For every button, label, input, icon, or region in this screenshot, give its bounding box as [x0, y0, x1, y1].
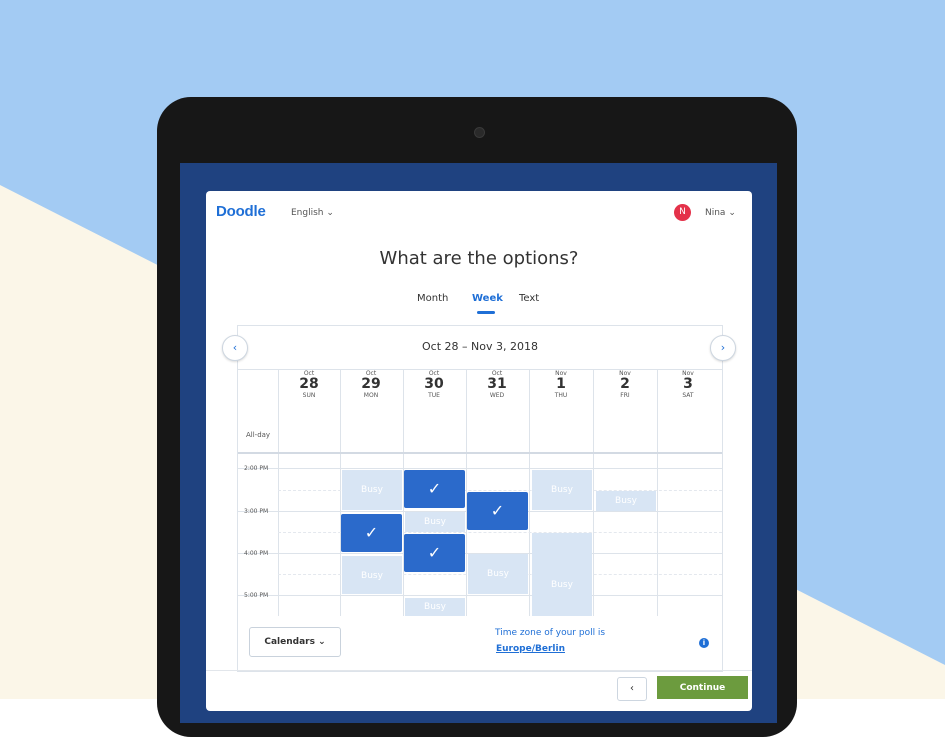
busy-block: Busy: [596, 491, 656, 511]
day-weekday: FRI: [620, 392, 630, 399]
timezone-text: Time zone of your poll is: [495, 628, 606, 638]
continue-button[interactable]: Continue: [657, 676, 748, 699]
page-title: What are the options?: [379, 248, 579, 269]
day-weekday: SAT: [682, 392, 694, 399]
time-label: 4:00 PM: [244, 550, 269, 557]
language-selector[interactable]: English ⌄: [291, 208, 334, 218]
column-divider: [340, 370, 341, 616]
hour-line: [238, 468, 722, 469]
next-week-button[interactable]: ›: [710, 335, 736, 361]
calendar-range-label: Oct 28 – Nov 3, 2018: [422, 340, 538, 353]
check-icon: ✓: [364, 523, 379, 542]
busy-block: Busy: [532, 533, 592, 616]
column-divider: [657, 370, 658, 616]
day-weekday: THU: [554, 392, 568, 399]
doodle-logo[interactable]: Doodle: [216, 203, 266, 220]
tab-text[interactable]: Text: [519, 293, 539, 304]
time-label: 5:00 PM: [244, 592, 269, 599]
camera-icon: [474, 127, 485, 138]
day-weekday: MON: [363, 392, 379, 399]
busy-block: Busy: [468, 554, 528, 594]
day-header-mon[interactable]: Oct 29 MON: [340, 370, 402, 399]
day-header-fri[interactable]: Nov 2 FRI: [594, 370, 656, 399]
busy-block: Busy: [342, 470, 402, 510]
selected-slot[interactable]: ✓: [404, 470, 465, 508]
day-date: 28: [299, 376, 319, 392]
tab-month[interactable]: Month: [417, 293, 448, 304]
day-date: 3: [683, 376, 693, 392]
calendars-button[interactable]: Calendars ⌄: [249, 627, 341, 657]
timezone-link[interactable]: Europe/Berlin: [496, 644, 565, 654]
day-header-thu[interactable]: Nov 1 THU: [530, 370, 592, 399]
day-header-tue[interactable]: Oct 30 TUE: [403, 370, 465, 399]
day-date: 2: [620, 376, 630, 392]
info-icon[interactable]: i: [699, 638, 709, 648]
busy-block: Busy: [532, 470, 592, 510]
selected-slot[interactable]: ✓: [467, 492, 528, 530]
footer-divider: [206, 670, 752, 671]
day-date: 30: [424, 376, 444, 392]
user-menu[interactable]: Nina ⌄: [705, 208, 736, 218]
day-date: 31: [487, 376, 507, 392]
day-header-sun[interactable]: Oct 28 SUN: [278, 370, 340, 399]
prev-week-button[interactable]: ‹: [222, 335, 248, 361]
day-header-wed[interactable]: Oct 31 WED: [466, 370, 528, 399]
day-header-sat[interactable]: Nov 3 SAT: [657, 370, 719, 399]
check-icon: ✓: [427, 479, 442, 498]
day-weekday: SUN: [302, 392, 316, 399]
hour-line: [238, 595, 722, 596]
selected-slot[interactable]: ✓: [404, 534, 465, 572]
day-weekday: WED: [489, 392, 505, 399]
time-label: 2:00 PM: [244, 465, 269, 472]
time-label: 3:00 PM: [244, 508, 269, 515]
check-icon: ✓: [427, 543, 442, 562]
busy-block: Busy: [405, 598, 465, 616]
avatar[interactable]: N: [674, 204, 691, 221]
back-button[interactable]: ‹: [617, 677, 647, 701]
column-divider: [593, 370, 594, 616]
day-weekday: TUE: [428, 392, 440, 399]
column-divider: [278, 370, 279, 616]
selected-slot[interactable]: ✓: [341, 514, 402, 552]
tab-week[interactable]: Week: [472, 293, 503, 304]
day-date: 29: [361, 376, 381, 392]
allday-label: All-day: [246, 431, 271, 439]
allday-divider: [238, 452, 722, 454]
column-divider: [529, 370, 530, 616]
check-icon: ✓: [490, 501, 505, 520]
active-tab-indicator: [477, 311, 495, 314]
busy-block: Busy: [342, 556, 402, 594]
busy-block: Busy: [405, 512, 465, 532]
day-date: 1: [556, 376, 566, 392]
